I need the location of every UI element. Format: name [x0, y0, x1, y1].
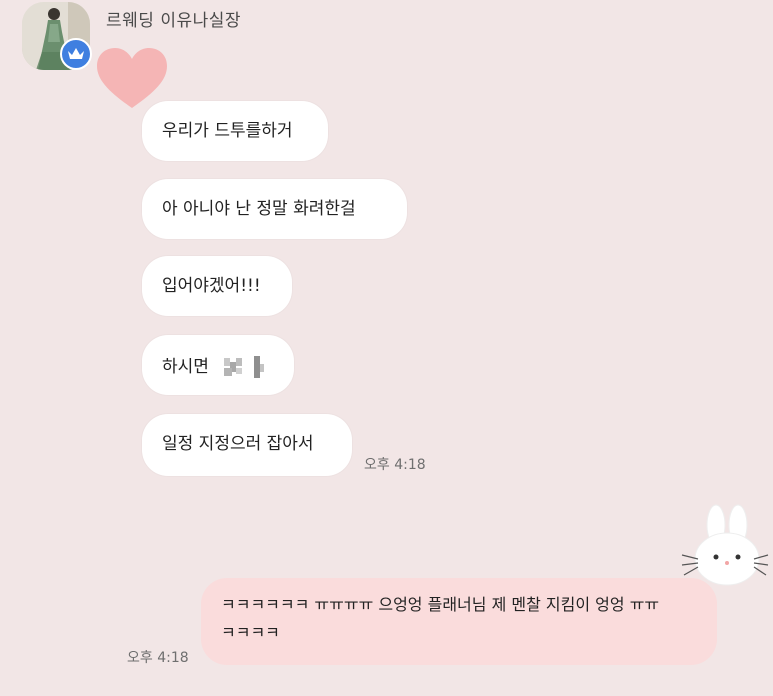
message-text: 아 아니야 난 정말 화려한걸: [162, 199, 356, 219]
chat-window: 르웨딩 이유나실장 우리가 드투를하거 아 아니야 난 정말 화려한걸 입어야겠…: [0, 0, 773, 696]
incoming-message[interactable]: 하시면: [142, 335, 294, 395]
incoming-message[interactable]: 아 아니야 난 정말 화려한걸: [142, 179, 407, 239]
outgoing-message[interactable]: ㅋㅋㅋㅋㅋㅋ ㅠㅠㅠㅠ 으엉엉 플래너님 제 멘찰 지킴이 엉엉 ㅠㅠ ㅋㅋㅋㅋ: [201, 578, 717, 665]
message-text: 우리가 드투를하거: [162, 121, 293, 141]
message-timestamp: 오후 4:18: [364, 457, 426, 473]
crown-badge: [60, 38, 92, 70]
crown-icon: [68, 48, 84, 59]
message-text: 입어야겠어!!!: [162, 276, 261, 296]
incoming-message[interactable]: 입어야겠어!!!: [142, 256, 292, 316]
sender-name[interactable]: 르웨딩 이유나실장: [106, 6, 241, 31]
message-timestamp: 오후 4:18: [127, 650, 189, 666]
message-text: 하시면: [162, 357, 209, 377]
message-text: 일정 지정으러 잡아서: [162, 434, 314, 454]
blurred-text-mask: [224, 356, 265, 378]
incoming-message[interactable]: 우리가 드투를하거: [142, 101, 328, 161]
bunny-sticker: [681, 504, 769, 586]
message-text: ㅋㅋㅋㅋㅋㅋ ㅠㅠㅠㅠ 으엉엉 플래너님 제 멘찰 지킴이 엉엉 ㅠㅠ ㅋㅋㅋㅋ: [221, 595, 660, 642]
incoming-message[interactable]: 일정 지정으러 잡아서: [142, 414, 352, 476]
